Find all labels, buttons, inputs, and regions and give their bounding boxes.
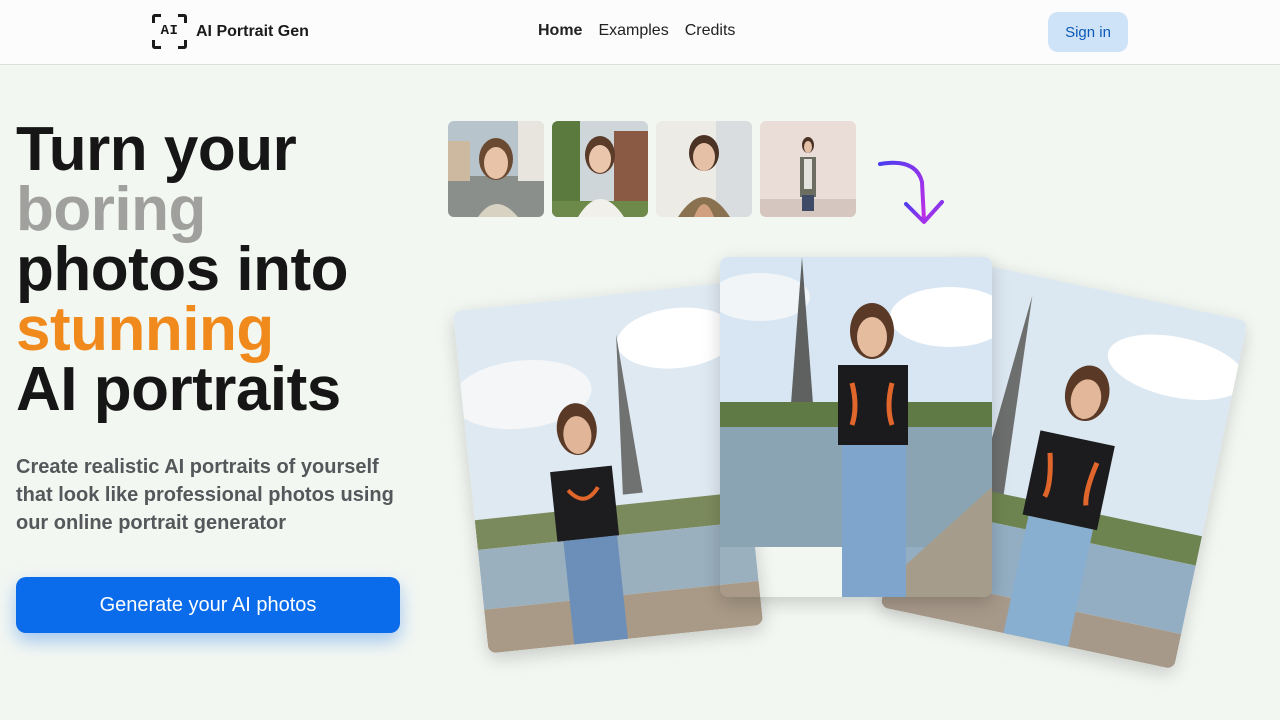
nav-link-examples[interactable]: Examples <box>598 22 668 40</box>
hero-headline: Turn your boring photos into stunning AI… <box>16 115 348 424</box>
headline-line-1: Turn your <box>16 115 297 184</box>
logo-mark-text: AI <box>160 23 179 39</box>
ai-portrait-left <box>452 282 764 654</box>
ai-portrait-center <box>720 257 992 597</box>
logo[interactable]: AI AI Portrait Gen <box>152 14 309 49</box>
headline-line-5: AI portraits <box>16 355 341 424</box>
sign-in-button[interactable]: Sign in <box>1048 12 1128 52</box>
ai-frame-icon: AI <box>152 14 187 49</box>
headline-line-3: photos into <box>16 235 348 304</box>
nav-link-credits[interactable]: Credits <box>685 22 736 40</box>
navbar: AI AI Portrait Gen Home Examples Credits… <box>0 0 1280 65</box>
input-photo-2 <box>552 121 648 217</box>
headline-line-2: boring <box>16 175 206 244</box>
hero-subtext: Create realistic AI portraits of yoursel… <box>16 456 394 534</box>
input-photo-3 <box>656 121 752 217</box>
nav-link-home[interactable]: Home <box>538 22 582 40</box>
generate-photos-button[interactable]: Generate your AI photos <box>16 577 400 633</box>
curved-down-arrow-icon <box>878 160 944 224</box>
logo-text: AI Portrait Gen <box>196 22 309 40</box>
main-nav: Home Examples Credits <box>538 22 735 40</box>
input-photo-1 <box>448 121 544 217</box>
input-photo-4 <box>760 121 856 217</box>
headline-line-4: stunning <box>16 295 274 364</box>
